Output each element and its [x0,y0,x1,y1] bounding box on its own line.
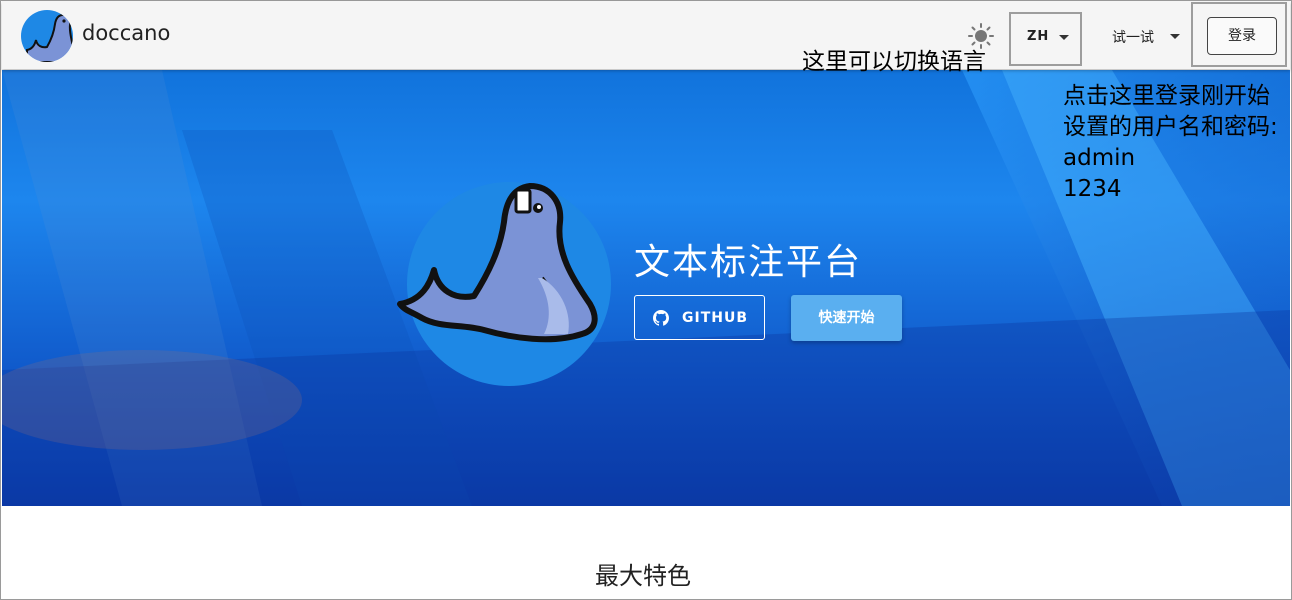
login-annotation-line: 点击这里登录刚开始 [1063,83,1270,109]
login-annotation-line: 设置的用户名和密码: [1063,114,1278,140]
login-highlight-box: 登录 [1191,2,1287,67]
github-button[interactable]: GITHUB [634,295,765,340]
login-annotation-line: 1234 [1063,176,1122,202]
chevron-down-icon [1059,35,1069,40]
github-button-label: GITHUB [682,310,749,326]
login-annotation: 点击这里登录刚开始 设置的用户名和密码: admin 1234 [1063,81,1291,205]
hero-title: 文本标注平台 [634,242,863,283]
language-label: ZH [1027,29,1050,44]
app-bar: doccano ZH 试一试 登录 [2,1,1290,69]
seal-mascot-icon [397,183,598,343]
login-annotation-line: admin [1063,145,1136,171]
doccano-logo-icon[interactable] [21,10,73,62]
chevron-down-icon[interactable] [1170,34,1180,39]
try-menu-button[interactable]: 试一试 [1112,27,1154,47]
quickstart-button[interactable]: 快速开始 [791,295,902,341]
brand-name[interactable]: doccano [82,21,170,45]
language-annotation: 这里可以切换语言 [802,49,986,75]
language-select-button[interactable]: ZH [1009,12,1082,66]
login-button[interactable]: 登录 [1207,17,1277,55]
github-icon [653,310,669,326]
features-section-title: 最大特色 [595,562,691,590]
